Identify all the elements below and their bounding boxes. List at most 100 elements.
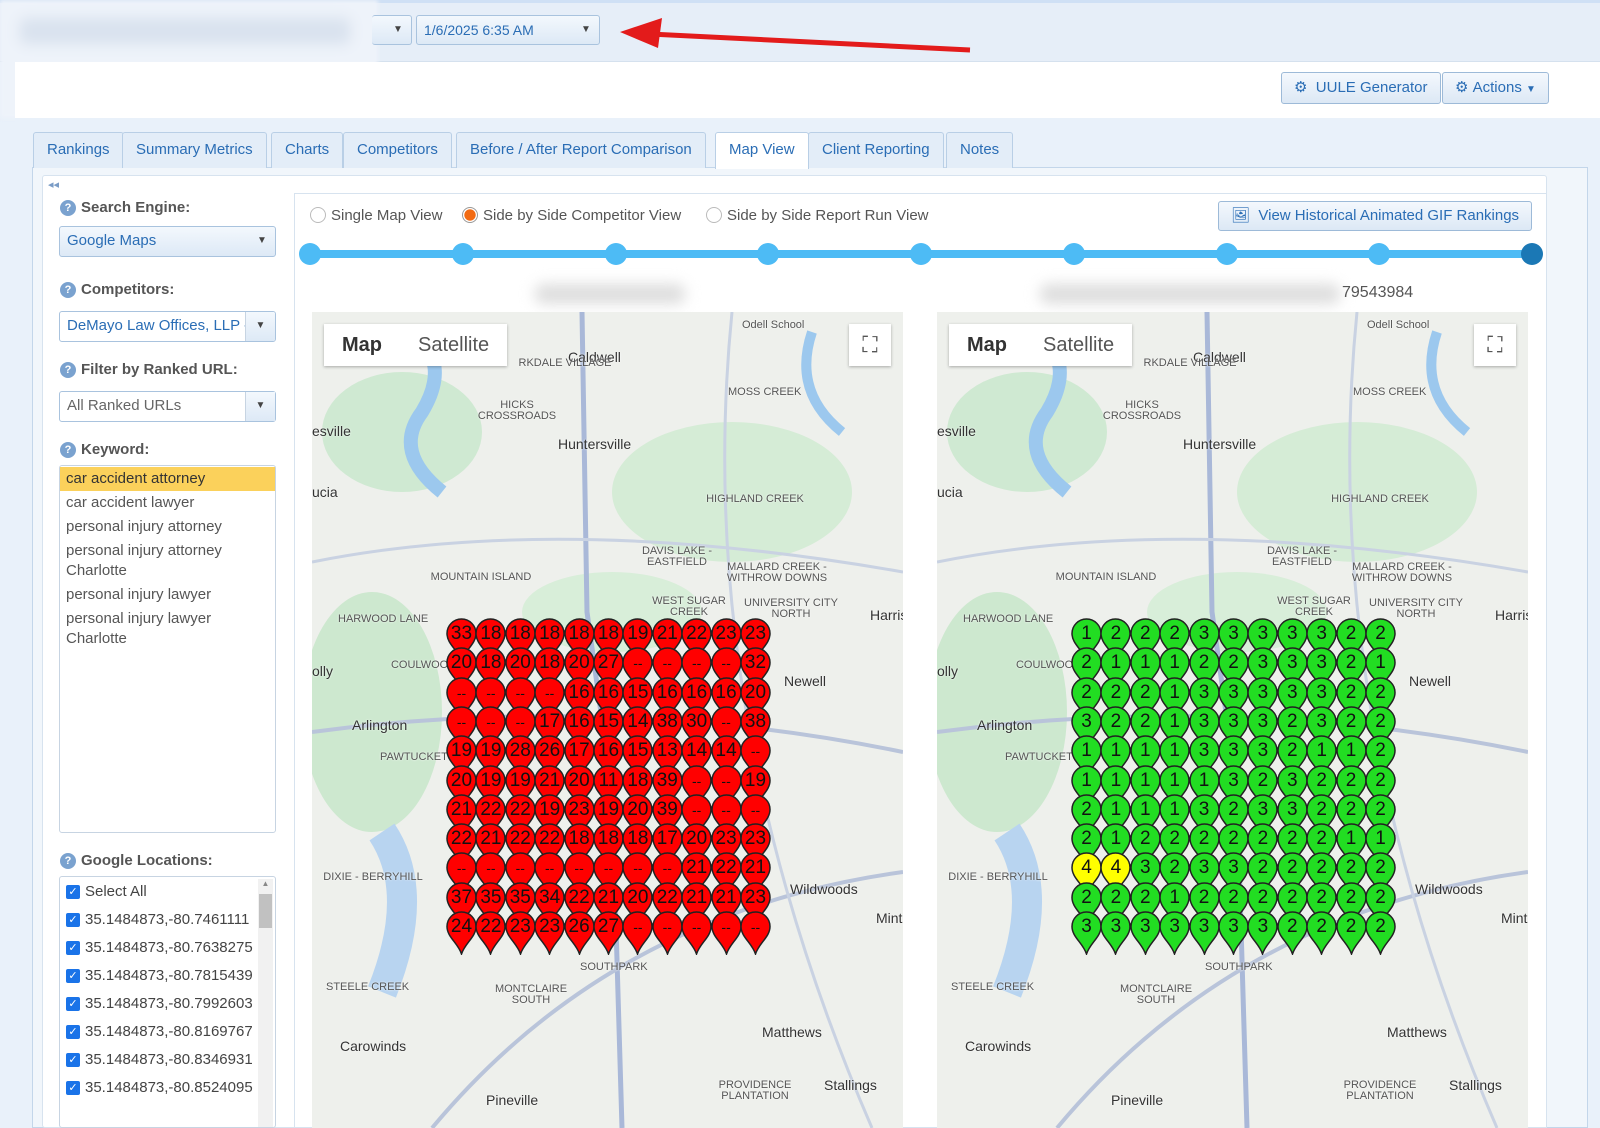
keyword-list[interactable]: car accident attorney car accident lawyer… <box>59 465 276 833</box>
rank-pin[interactable]: 27 <box>593 911 624 955</box>
location-checkbox[interactable]: ✓ 35.1484873,-80.8346931 <box>60 1046 275 1074</box>
rank-value: 27 <box>597 916 620 937</box>
rank-pin[interactable]: 3 <box>1071 911 1102 955</box>
map-place-label: Harris <box>1495 607 1528 623</box>
view-option-radio[interactable]: Single Map View <box>310 207 442 224</box>
map-place-label: esville <box>937 423 976 439</box>
timeline-point[interactable] <box>299 243 321 265</box>
map-type-control[interactable]: Map Satellite <box>949 324 1133 366</box>
rank-value: 3 <box>1257 798 1269 820</box>
rank-pin[interactable]: 2 <box>1365 911 1396 955</box>
rank-value: 22 <box>509 798 531 820</box>
location-checkbox[interactable]: ✓ 35.1484873,-80.8169767 <box>60 1018 275 1046</box>
rank-pin[interactable]: 23 <box>505 911 536 955</box>
rank-pin[interactable]: -- <box>740 911 771 955</box>
map-button[interactable]: Map <box>324 324 400 366</box>
competitors-select[interactable]: DeMayo Law Offices, LLP - ▼ <box>59 311 276 342</box>
help-icon[interactable]: ? <box>60 853 76 869</box>
location-checkbox[interactable]: ✓ 35.1484873,-80.7815439 <box>60 962 275 990</box>
rank-pin[interactable]: 3 <box>1247 911 1279 955</box>
tab-notes[interactable]: Notes <box>946 132 1014 168</box>
keyword-option[interactable]: personal injury lawyer Charlotte <box>60 607 240 651</box>
keyword-option[interactable]: personal injury lawyer <box>60 583 275 607</box>
timeline-point[interactable] <box>1521 243 1543 265</box>
map-place-label: Mint <box>876 910 903 926</box>
satellite-button[interactable]: Satellite <box>1025 324 1132 366</box>
location-checkbox[interactable]: ✓ 35.1484873,-80.7992603 <box>60 990 275 1018</box>
rank-pin[interactable]: 3 <box>1159 911 1190 955</box>
rank-value: 2 <box>1345 623 1357 644</box>
map-button[interactable]: Map <box>949 324 1025 366</box>
tab-before-after-report-comparison[interactable]: Before / After Report Comparison <box>456 132 706 168</box>
satellite-button[interactable]: Satellite <box>400 324 507 366</box>
radio-button[interactable] <box>706 207 722 223</box>
competitor-map-left[interactable]: Odell School Caldwell MOSS CREEK HICKS CROS… <box>312 312 903 1128</box>
rank-value: -- <box>721 919 731 935</box>
timeline-point[interactable] <box>604 243 627 265</box>
rank-pin[interactable]: 2 <box>1306 911 1337 955</box>
fullscreen-icon[interactable]: ⛶ <box>849 324 891 366</box>
rank-value: 3 <box>1257 623 1269 644</box>
competitor-map-right[interactable]: Odell School Caldwell MOSS CREEK HICKS CROS… <box>937 312 1528 1128</box>
rank-pin[interactable]: -- <box>710 911 742 955</box>
help-icon[interactable]: ? <box>60 442 76 458</box>
tab-map-view[interactable]: Map View <box>715 132 809 169</box>
tab-client-reporting[interactable]: Client Reporting <box>808 132 944 168</box>
project-select[interactable]: ▼ <box>372 15 412 45</box>
timeline-point[interactable] <box>910 243 932 265</box>
rank-pin[interactable]: 23 <box>534 911 565 955</box>
keyword-option[interactable]: car accident lawyer <box>60 491 275 515</box>
map-place-label: MOSS CREEK <box>1353 386 1427 398</box>
rank-pin[interactable]: 2 <box>1335 911 1367 955</box>
rank-value: 17 <box>568 740 590 762</box>
actions-button[interactable]: ⚙ Actions ▼ <box>1442 72 1549 104</box>
rank-pin[interactable]: 24 <box>446 911 477 955</box>
timeline-point[interactable] <box>451 243 474 265</box>
location-checkbox[interactable]: ✓ 35.1484873,-80.8524095 <box>60 1074 275 1102</box>
rank-pin[interactable]: -- <box>622 911 654 955</box>
tab-summary-metrics[interactable]: Summary Metrics <box>122 132 267 168</box>
locations-list[interactable]: ✓ Select All ✓ 35.1484873,-80.7461111 ✓ 35.1… <box>59 876 276 1128</box>
help-icon[interactable]: ? <box>60 362 76 378</box>
report-date-select[interactable]: 1/6/2025 6:35 AM ▼ <box>416 15 600 45</box>
help-icon[interactable]: ? <box>60 282 76 298</box>
uule-generator-button[interactable]: ⚙ UULE Generator <box>1281 72 1441 104</box>
radio-button[interactable] <box>310 207 326 223</box>
help-icon[interactable]: ? <box>60 200 76 216</box>
select-all-checkbox[interactable]: ✓ Select All <box>60 878 275 906</box>
ranked-url-select[interactable]: All Ranked URLs ▼ <box>59 391 276 422</box>
historical-gif-button[interactable]: 🖼 View Historical Animated GIF Rankings <box>1218 201 1533 231</box>
location-checkbox[interactable]: ✓ 35.1484873,-80.7638275 <box>60 934 275 962</box>
scrollbar-thumb[interactable] <box>259 894 272 928</box>
location-checkbox[interactable]: ✓ 35.1484873,-80.7461111 <box>60 906 275 934</box>
timeline-point[interactable] <box>1215 243 1238 265</box>
radio-button[interactable] <box>462 207 478 223</box>
map-type-control[interactable]: Map Satellite <box>324 324 508 366</box>
rank-pin[interactable]: 3 <box>1218 911 1249 955</box>
tab-rankings[interactable]: Rankings <box>33 132 124 168</box>
view-option-radio[interactable]: Side by Side Report Run View <box>706 207 929 224</box>
collapse-sidebar-icon[interactable]: ◂◂ <box>48 178 59 191</box>
rank-pin[interactable]: 3 <box>1100 911 1132 955</box>
scroll-up-icon[interactable]: ▲ <box>258 879 273 888</box>
rank-pin[interactable]: 26 <box>563 911 595 955</box>
rank-pin[interactable]: -- <box>681 911 712 955</box>
rank-value: -- <box>692 655 702 672</box>
keyword-option[interactable]: personal injury attorney <box>60 515 275 539</box>
keyword-option[interactable]: car accident attorney <box>60 467 275 491</box>
rank-value: 2 <box>1140 828 1151 850</box>
keyword-option[interactable]: personal injury attorney Charlotte <box>60 539 240 583</box>
view-option-radio[interactable]: Side by Side Competitor View <box>462 207 681 224</box>
rank-pin[interactable]: -- <box>652 911 683 955</box>
tab-charts[interactable]: Charts <box>271 132 344 168</box>
search-engine-select[interactable]: Google Maps ▼ <box>59 226 276 257</box>
fullscreen-icon[interactable]: ⛶ <box>1474 324 1516 366</box>
rank-pin[interactable]: 22 <box>475 911 507 955</box>
rank-pin[interactable]: 3 <box>1130 911 1161 955</box>
rank-pin[interactable]: 3 <box>1188 911 1220 955</box>
scrollbar[interactable]: ▲ <box>258 879 273 1127</box>
timeline-point[interactable] <box>1062 243 1085 265</box>
rank-value: 3 <box>1257 740 1269 762</box>
rank-pin[interactable]: 2 <box>1277 911 1308 955</box>
tab-competitors[interactable]: Competitors <box>343 132 452 168</box>
